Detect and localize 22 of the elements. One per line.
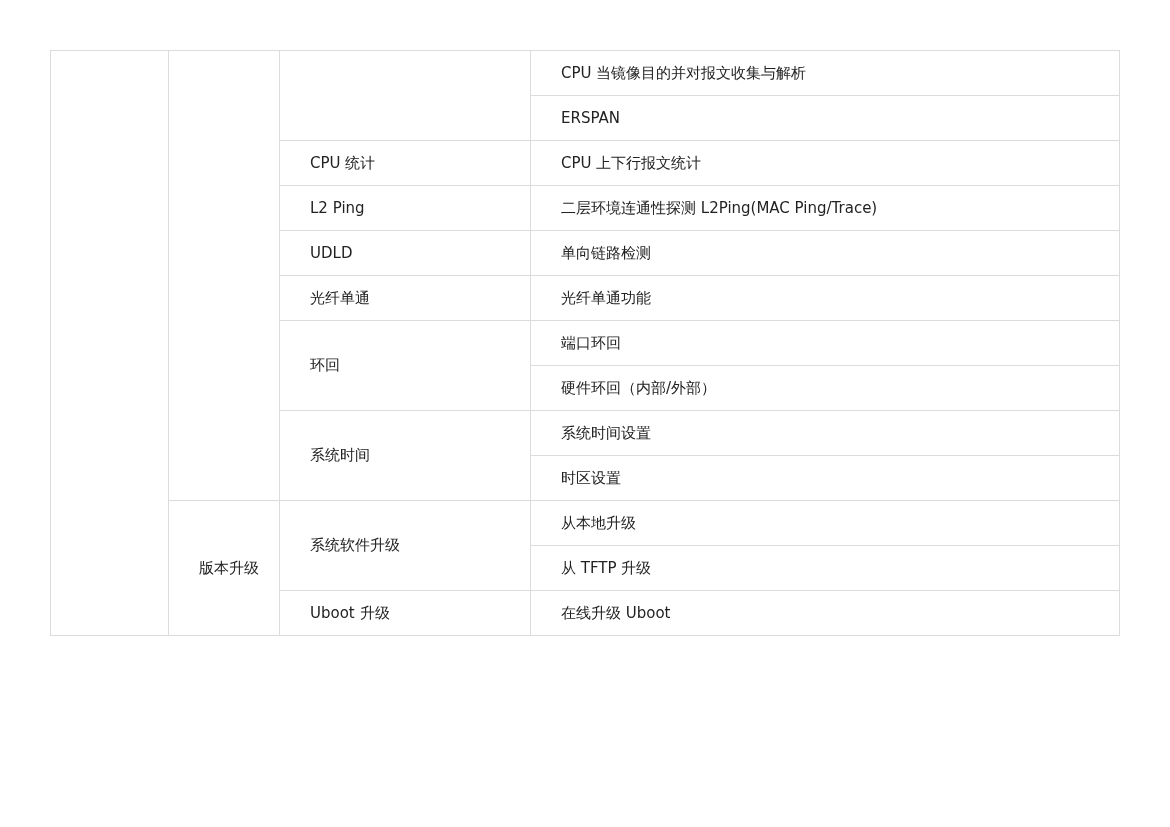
function-cell: ERSPAN — [561, 108, 620, 127]
function-cell: 从本地升级 — [561, 513, 636, 532]
feature-cell: UDLD — [310, 243, 353, 262]
function-cell: CPU 当镜像目的并对报文收集与解析 — [561, 63, 807, 82]
function-cell: 单向链路检测 — [561, 243, 651, 262]
feature-cell: 光纤单通 — [310, 288, 370, 307]
function-cell: 从 TFTP 升级 — [561, 558, 652, 577]
category-cell: 版本升级 — [199, 558, 259, 577]
function-cell: 硬件环回（内部/外部） — [561, 378, 717, 397]
function-cell: 在线升级 Uboot — [561, 603, 671, 622]
function-cell: CPU 上下行报文统计 — [561, 153, 702, 172]
feature-cell: 环回 — [310, 356, 340, 375]
function-cell: 二层环境连通性探测 L2Ping(MAC Ping/Trace) — [561, 198, 878, 217]
feature-cell: 系统软件升级 — [310, 536, 400, 555]
function-cell: 时区设置 — [561, 468, 621, 487]
feature-cell: L2 Ping — [310, 198, 365, 217]
function-cell: 光纤单通功能 — [561, 288, 651, 307]
function-cell: 端口环回 — [561, 333, 621, 352]
feature-cell: 系统时间 — [310, 446, 370, 465]
feature-cell: Uboot 升级 — [310, 603, 390, 622]
function-cell: 系统时间设置 — [561, 423, 651, 442]
feature-cell: CPU 统计 — [310, 153, 376, 172]
